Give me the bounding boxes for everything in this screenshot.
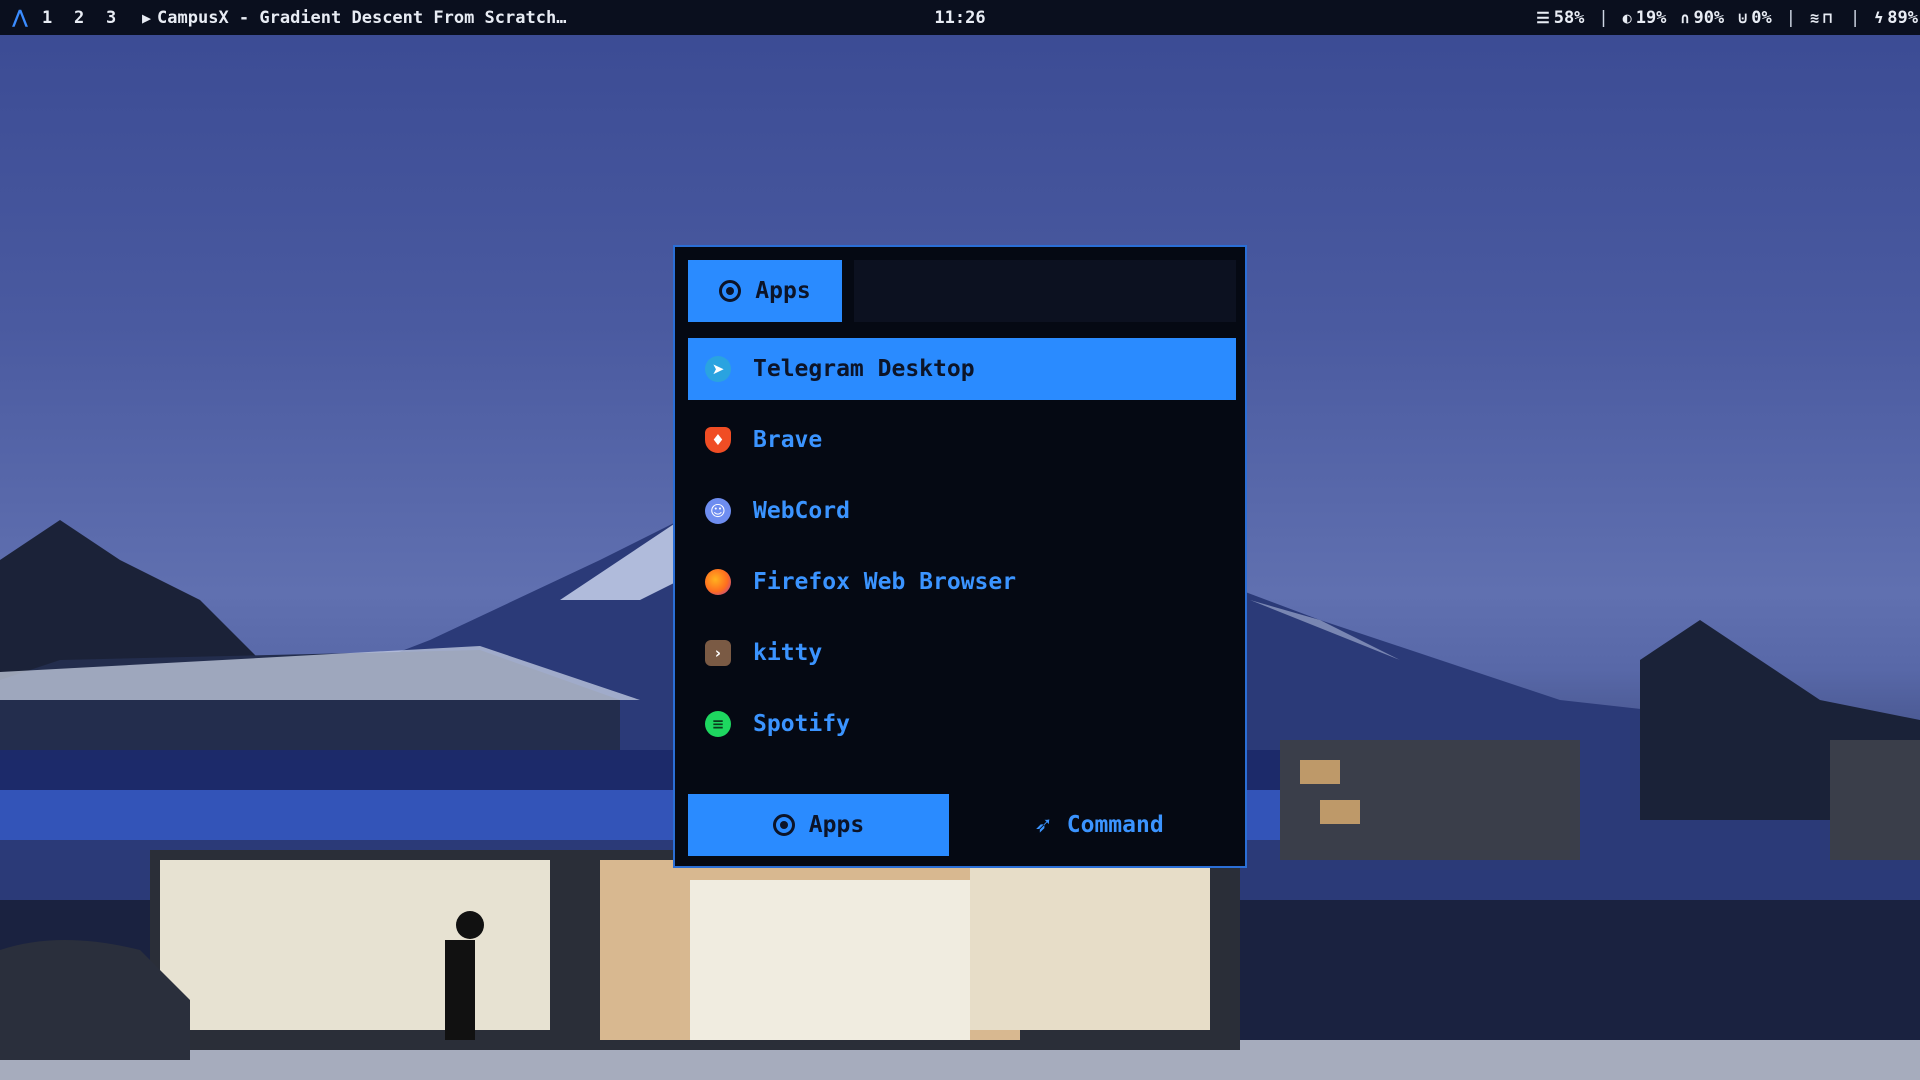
kitty-icon: › [705, 640, 731, 666]
brightness-indicator[interactable]: ◐ 19% [1623, 8, 1667, 28]
status-indicators: ☰ 58% | ◐ 19% ∩ 90% ⊍ 0% | ≋ ⊓ | ϟ 89% [1522, 0, 1918, 35]
unlock-icon: ⊓ [1822, 8, 1832, 27]
workspace-1[interactable]: 1 [42, 8, 74, 28]
apps-mode-icon [719, 280, 742, 302]
list-item-brave[interactable]: ♦ Brave [688, 409, 1236, 471]
app-list: ➤ Telegram Desktop ♦ Brave ☺ WebCord Fir… [688, 338, 1236, 764]
brave-icon: ♦ [705, 427, 731, 453]
list-item-telegram[interactable]: ➤ Telegram Desktop [688, 338, 1236, 400]
discord-icon: ☺ [705, 498, 731, 524]
headphones-indicator[interactable]: ∩ 90% [1680, 8, 1724, 28]
list-item-label: Spotify [753, 711, 850, 737]
mode-label: Apps [755, 278, 811, 304]
list-item-label: Firefox Web Browser [753, 569, 1017, 595]
top-bar: ⋀ 1 2 3 ▶ CampusX - Gradient Descent Fro… [0, 0, 1920, 35]
battery-value: 89% [1887, 7, 1918, 28]
workspace-2[interactable]: 2 [74, 8, 106, 28]
workspace-area: ⋀ 1 2 3 ▶ CampusX - Gradient Descent Fro… [0, 7, 567, 28]
list-item-label: WebCord [753, 498, 850, 524]
list-item-spotify[interactable]: ≡ Spotify [688, 693, 1236, 755]
network-indicator[interactable]: ≋ ⊓ [1810, 9, 1836, 27]
separator: | [1598, 7, 1609, 28]
footer-apps-label: Apps [808, 812, 865, 838]
microphone-icon: ⊍ [1738, 8, 1748, 27]
list-item-label: kitty [753, 640, 823, 666]
play-icon: ▶ [142, 8, 152, 27]
headphones-value: 90% [1693, 7, 1725, 28]
brightness-value: 19% [1635, 7, 1667, 28]
workspace-3[interactable]: 3 [106, 8, 138, 28]
telegram-icon: ➤ [705, 356, 731, 382]
brightness-icon: ◐ [1622, 8, 1632, 27]
separator: | [1785, 7, 1796, 28]
list-item-firefox[interactable]: Firefox Web Browser [688, 551, 1236, 613]
footer-command-label: Command [1066, 812, 1164, 838]
mode-apps-button[interactable]: Apps [688, 260, 842, 322]
app-launcher: Apps ➤ Telegram Desktop ♦ Brave ☺ WebCor… [673, 245, 1247, 868]
footer-command-button[interactable]: ➶ Command [962, 794, 1236, 856]
firefox-icon [705, 569, 731, 595]
rocket-icon: ➶ [1034, 812, 1053, 838]
arch-logo-icon[interactable]: ⋀ [10, 7, 30, 28]
separator: | [1850, 7, 1861, 28]
memory-icon: ☰ [1536, 8, 1550, 27]
search-input[interactable] [854, 260, 1236, 322]
charging-icon: ϟ [1874, 8, 1884, 27]
window-title[interactable]: CampusX - Gradient Descent From Scratch… [157, 8, 566, 28]
wifi-icon: ≋ [1809, 8, 1819, 27]
battery-indicator[interactable]: ϟ 89% [1874, 8, 1918, 28]
apps-mode-icon [772, 814, 795, 836]
clock[interactable]: 11:26 [934, 8, 985, 28]
microphone-value: 0% [1751, 7, 1772, 28]
list-item-label: Brave [753, 427, 823, 453]
list-item-webcord[interactable]: ☺ WebCord [688, 480, 1236, 542]
spotify-icon: ≡ [705, 711, 731, 737]
list-item-kitty[interactable]: › kitty [688, 622, 1236, 684]
memory-indicator[interactable]: ☰ 58% [1536, 8, 1584, 28]
memory-value: 58% [1553, 7, 1585, 28]
footer-apps-button[interactable]: Apps [688, 794, 949, 856]
headphones-icon: ∩ [1680, 8, 1690, 27]
microphone-indicator[interactable]: ⊍ 0% [1738, 8, 1772, 28]
list-item-label: Telegram Desktop [753, 356, 975, 382]
